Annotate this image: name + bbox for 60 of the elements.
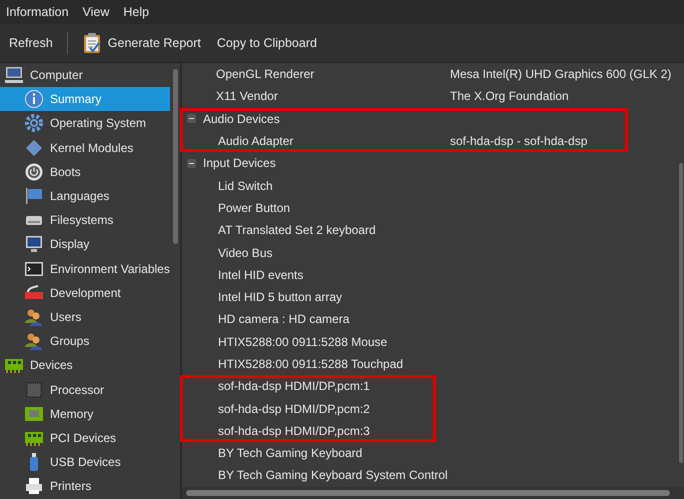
flag-icon <box>24 186 44 206</box>
group-heading: Input Devices <box>203 156 276 170</box>
group-heading: Audio Devices <box>203 112 280 126</box>
info-icon <box>24 89 44 110</box>
sidebar-item[interactable]: Languages <box>0 184 170 208</box>
chip-icon <box>24 380 44 400</box>
sidebar-item[interactable]: Kernel Modules <box>0 136 170 160</box>
field-label: Power Button <box>218 200 290 215</box>
clipboard-icon <box>82 32 102 54</box>
field-value: Mesa Intel(R) UHD Graphics 600 (GLK 2) <box>450 67 672 82</box>
field-label: BY Tech Gaming Keyboard System Control <box>218 468 448 482</box>
sidebar-category[interactable]: Devices <box>0 353 170 378</box>
field-label: AT Translated Set 2 keyboard <box>218 223 376 238</box>
sidebar-item[interactable]: PCI Devices <box>0 426 170 450</box>
field-label: OpenGL Renderer <box>216 67 314 82</box>
sidebar-item[interactable]: Groups <box>0 329 170 354</box>
gear-icon <box>24 113 44 134</box>
printer-icon <box>24 476 44 496</box>
menu-item[interactable]: Information <box>6 5 69 19</box>
menu-item[interactable]: View <box>82 5 110 19</box>
field-value: The X.Org Foundation <box>450 89 569 104</box>
field-label: Intel HID 5 button array <box>218 290 342 304</box>
field-label: Video Bus <box>218 246 272 260</box>
diamond-icon <box>24 138 44 158</box>
field-label: Audio Adapter <box>218 134 294 148</box>
collapse-toggle[interactable] <box>187 114 196 124</box>
sidebar-item[interactable]: USB Devices <box>0 450 170 474</box>
sidebar-item[interactable]: Boots <box>0 160 170 184</box>
sidebar-item[interactable]: Memory <box>0 402 170 426</box>
computer-icon <box>4 65 24 86</box>
field-label: HTIX5288:00 0911:5288 Touchpad <box>218 357 404 371</box>
sidebar-item[interactable]: Users <box>0 304 170 330</box>
sidebar-item[interactable]: Processor <box>0 377 170 402</box>
users-icon <box>24 306 44 327</box>
sidebar-item[interactable]: Operating System <box>0 111 170 136</box>
scrollbar[interactable] <box>182 487 684 499</box>
copy-to-clipboard-button[interactable]: Copy to Clipboard <box>210 32 323 54</box>
menu-item[interactable]: Help <box>123 5 150 19</box>
field-label: X11 Vendor <box>216 89 278 104</box>
field-label: Intel HID events <box>218 268 304 282</box>
field-label: HD camera : HD camera <box>218 312 350 326</box>
sidebar-category[interactable]: Computer <box>0 63 170 88</box>
field-value: sof-hda-dsp - sof-hda-dsp <box>450 134 588 148</box>
field-label: sof-hda-dsp HDMI/DP,pcm:2 <box>218 402 370 416</box>
sidebar-item[interactable]: Development <box>0 280 170 305</box>
refresh-button[interactable]: Refresh <box>3 32 59 54</box>
sidebar-item[interactable]: Filesystems <box>0 208 170 232</box>
field-label: Lid Switch <box>218 178 273 193</box>
field-label: sof-hda-dsp HDMI/DP,pcm:1 <box>218 379 370 394</box>
field-label: sof-hda-dsp HDMI/DP,pcm:3 <box>218 424 370 438</box>
sidebar-item[interactable]: Printers <box>0 474 170 498</box>
power-icon <box>24 162 44 182</box>
field-label: BY Tech Gaming Keyboard <box>218 446 362 460</box>
monitor-icon <box>24 234 44 254</box>
collapse-toggle[interactable] <box>187 158 196 168</box>
users-icon <box>24 331 44 352</box>
sidebar-item[interactable]: Display <box>0 232 170 256</box>
generate-report-button[interactable]: Generate Report <box>76 28 207 58</box>
field-label: HTIX5288:00 0911:5288 Mouse <box>218 334 388 349</box>
sidebar-item[interactable]: Environment Variables <box>0 256 170 281</box>
